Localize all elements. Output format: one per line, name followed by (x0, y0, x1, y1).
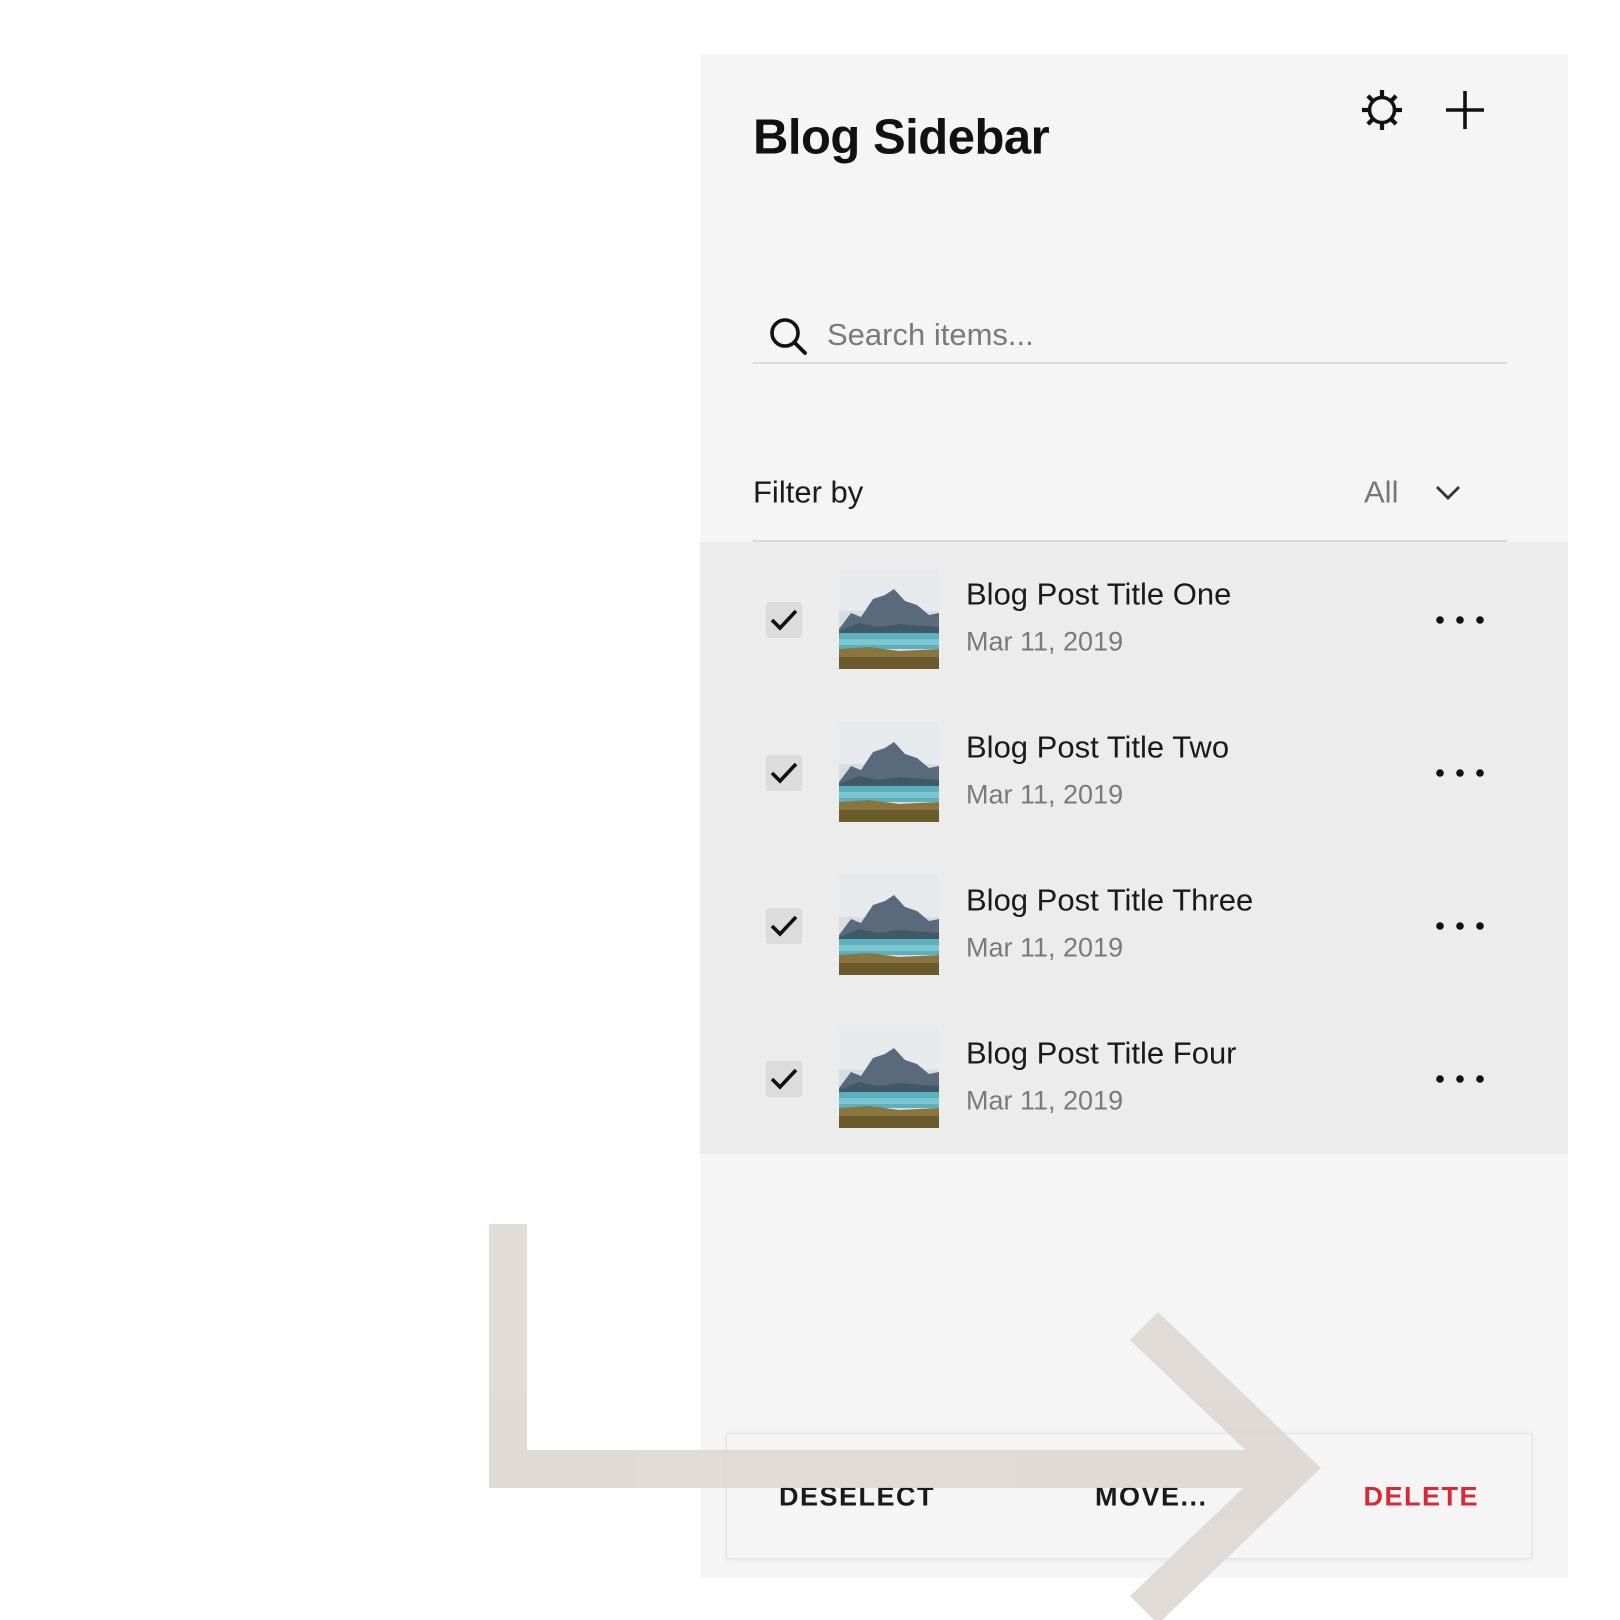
ellipsis-icon (1436, 769, 1484, 777)
move-button[interactable]: MOVE... (1095, 1482, 1208, 1513)
post-date: Mar 11, 2019 (966, 932, 1124, 963)
post-thumbnail (839, 1028, 939, 1128)
item-checkbox[interactable] (766, 1061, 802, 1097)
list-item[interactable]: Blog Post Title Four Mar 11, 2019 (700, 1001, 1568, 1154)
more-options-button[interactable] (1430, 906, 1490, 946)
settings-button[interactable] (1354, 82, 1410, 138)
post-date: Mar 11, 2019 (966, 1085, 1124, 1116)
list-item[interactable]: Blog Post Title Three Mar 11, 2019 (700, 848, 1568, 1001)
more-options-button[interactable] (1430, 753, 1490, 793)
item-checkbox[interactable] (766, 755, 802, 791)
search-bar (753, 305, 1507, 365)
post-date: Mar 11, 2019 (966, 626, 1124, 657)
item-checkbox[interactable] (766, 908, 802, 944)
post-title: Blog Post Title Three (966, 882, 1254, 918)
post-thumbnail (839, 875, 939, 975)
filter-selected-value: All (1364, 474, 1399, 510)
ellipsis-icon (1436, 616, 1484, 624)
post-title: Blog Post Title Four (966, 1035, 1237, 1071)
checkmark-icon (770, 915, 798, 937)
blog-sidebar-panel: Blog Sidebar Search items... Filter by A… (700, 54, 1568, 1578)
add-button[interactable] (1437, 82, 1493, 138)
more-options-button[interactable] (1430, 1059, 1490, 1099)
search-divider (753, 362, 1507, 364)
panel-title: Blog Sidebar (753, 110, 1050, 165)
list-item[interactable]: Blog Post Title Two Mar 11, 2019 (700, 695, 1568, 848)
filter-dropdown[interactable]: All (1334, 464, 1474, 520)
delete-button[interactable]: DELETE (1363, 1482, 1479, 1513)
post-date: Mar 11, 2019 (966, 779, 1124, 810)
checkmark-icon (770, 1068, 798, 1090)
search-input[interactable] (827, 305, 1487, 365)
more-options-button[interactable] (1430, 600, 1490, 640)
post-thumbnail (839, 722, 939, 822)
ellipsis-icon (1436, 1075, 1484, 1083)
filter-label: Filter by (753, 474, 864, 510)
deselect-button[interactable]: DESELECT (779, 1482, 935, 1513)
chevron-down-icon (1436, 486, 1460, 500)
bulk-action-bar: DESELECT MOVE... DELETE (726, 1433, 1532, 1559)
gear-icon (1362, 90, 1402, 130)
plus-icon (1446, 91, 1484, 129)
item-checkbox[interactable] (766, 602, 802, 638)
ellipsis-icon (1436, 922, 1484, 930)
checkmark-icon (770, 609, 798, 631)
post-title: Blog Post Title One (966, 576, 1232, 612)
screen: Blog Sidebar Search items... Filter by A… (0, 0, 1620, 1620)
post-title: Blog Post Title Two (966, 729, 1230, 765)
post-list: Blog Post Title One Mar 11, 2019 Blog Po… (700, 542, 1568, 1154)
checkmark-icon (770, 762, 798, 784)
list-item[interactable]: Blog Post Title One Mar 11, 2019 (700, 542, 1568, 695)
post-thumbnail (839, 569, 939, 669)
search-icon (767, 315, 811, 359)
